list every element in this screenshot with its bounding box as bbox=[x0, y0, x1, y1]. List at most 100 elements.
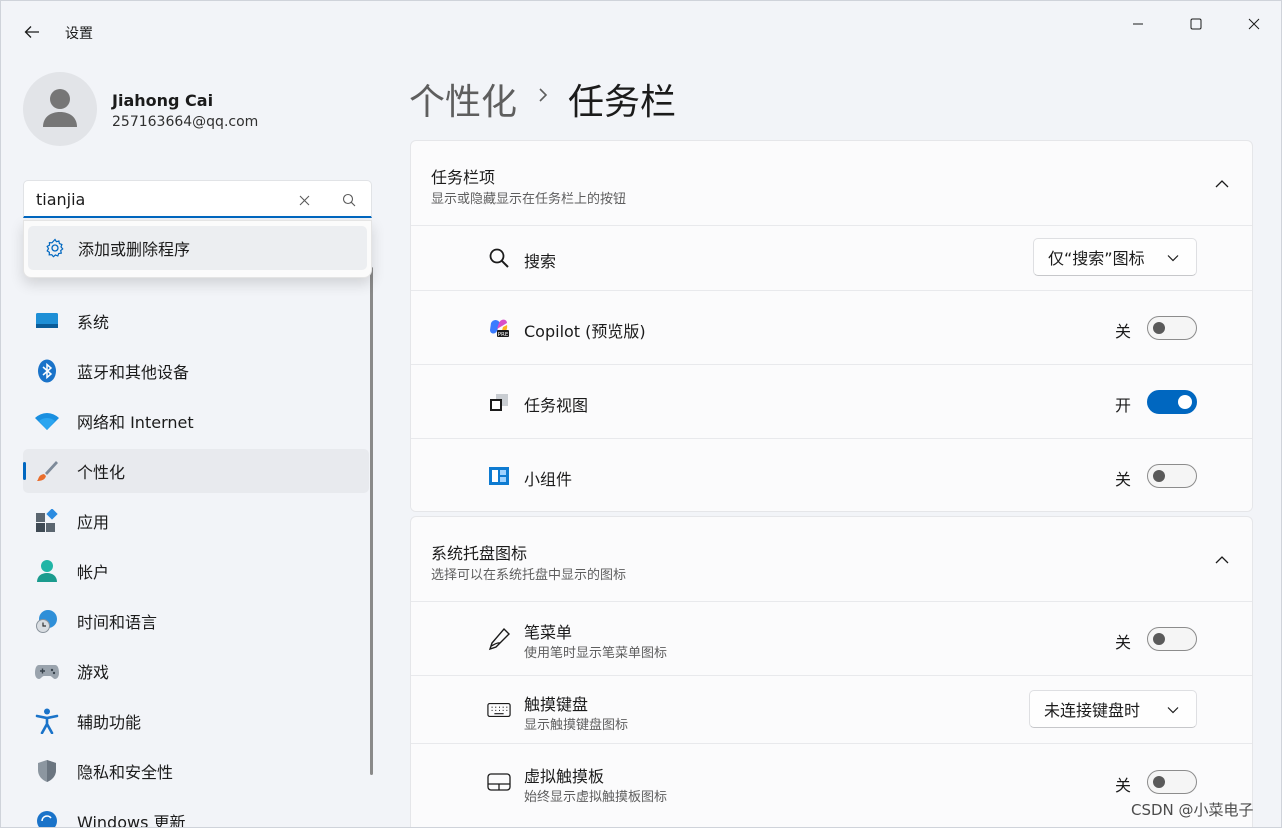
row-widgets: 小组件 关 bbox=[411, 438, 1252, 511]
sidebar-item-system[interactable]: 系统 bbox=[23, 299, 369, 343]
gear-icon bbox=[46, 238, 64, 258]
sidebar-item-network[interactable]: 网络和 Internet bbox=[23, 399, 369, 443]
row-description: 显示触摸键盘图标 bbox=[524, 718, 629, 733]
accessibility-icon bbox=[35, 708, 59, 734]
card-title: 任务栏项 bbox=[431, 168, 496, 187]
maximize-button[interactable] bbox=[1173, 9, 1219, 39]
tray-icons-card: 系统托盘图标 选择可以在系统托盘中显示的图标 笔菜单 使用笔时显示笔菜单图标 关… bbox=[410, 516, 1253, 827]
page-title: 任务栏 bbox=[568, 82, 677, 123]
toggle-state-label: 开 bbox=[1115, 396, 1132, 415]
sidebar-item-personalization[interactable]: 个性化 bbox=[23, 449, 369, 493]
sidebar-item-label: 时间和语言 bbox=[77, 613, 158, 632]
touchpad-icon bbox=[487, 773, 511, 791]
search-input[interactable] bbox=[36, 186, 286, 212]
widgets-icon bbox=[489, 467, 509, 485]
avatar[interactable] bbox=[23, 72, 97, 146]
sidebar-item-label: Windows 更新 bbox=[77, 813, 186, 828]
row-description: 始终显示虚拟触摸板图标 bbox=[524, 790, 668, 805]
row-label: Copilot (预览版) bbox=[524, 322, 646, 341]
row-label: 任务视图 bbox=[524, 396, 589, 415]
sidebar-item-label: 帐户 bbox=[77, 563, 110, 582]
search-clear-button[interactable] bbox=[294, 190, 314, 210]
search-mode-dropdown[interactable]: 仅“搜索”图标 bbox=[1033, 238, 1197, 276]
pen-icon bbox=[488, 627, 510, 651]
chevron-right-icon bbox=[539, 88, 548, 102]
row-label: 搜索 bbox=[524, 252, 557, 271]
account-icon bbox=[37, 560, 57, 582]
toggle-state-label: 关 bbox=[1115, 322, 1132, 341]
sidebar-item-time-language[interactable]: 时间和语言 bbox=[23, 599, 369, 643]
search-suggestions: 添加或删除程序 bbox=[23, 220, 372, 278]
sidebar-item-label: 蓝牙和其他设备 bbox=[77, 363, 190, 382]
chevron-up-icon bbox=[1215, 556, 1229, 564]
back-arrow-icon bbox=[24, 26, 39, 38]
pen-menu-toggle[interactable] bbox=[1147, 627, 1197, 651]
row-label: 虚拟触摸板 bbox=[524, 767, 605, 786]
sidebar-item-label: 游戏 bbox=[77, 663, 110, 682]
dropdown-value: 未连接键盘时 bbox=[1044, 701, 1141, 720]
dropdown-value: 仅“搜索”图标 bbox=[1048, 249, 1145, 268]
chevron-down-icon bbox=[1167, 707, 1179, 714]
back-button[interactable] bbox=[17, 17, 47, 47]
row-pen-menu: 笔菜单 使用笔时显示笔菜单图标 关 bbox=[411, 601, 1252, 675]
copilot-toggle[interactable] bbox=[1147, 316, 1197, 340]
touch-keyboard-dropdown[interactable]: 未连接键盘时 bbox=[1029, 690, 1197, 728]
tray-icons-header[interactable]: 系统托盘图标 选择可以在系统托盘中显示的图标 bbox=[411, 517, 1252, 601]
user-name: Jiahong Cai bbox=[112, 91, 214, 110]
taskbar-items-card: 任务栏项 显示或隐藏显示在任务栏上的按钮 搜索 仅“搜索”图标 PRE Copi… bbox=[410, 140, 1253, 512]
task-view-icon bbox=[490, 394, 508, 411]
breadcrumb-parent[interactable]: 个性化 bbox=[409, 73, 517, 125]
settings-window: 设置 Jiahong Cai 257163664@qq.com tianjia … bbox=[0, 0, 1282, 828]
title-bar: 设置 bbox=[1, 1, 1281, 47]
collapse-button[interactable] bbox=[1211, 173, 1233, 195]
row-copilot: PRE Copilot (预览版) 关 bbox=[411, 290, 1252, 364]
minimize-icon bbox=[1133, 23, 1143, 25]
brush-icon bbox=[37, 461, 58, 481]
task-view-toggle[interactable] bbox=[1147, 390, 1197, 414]
active-indicator bbox=[23, 462, 26, 480]
sidebar-scrollbar[interactable] bbox=[370, 267, 373, 775]
wifi-icon bbox=[35, 413, 59, 430]
sidebar-item-label: 应用 bbox=[77, 513, 110, 532]
close-icon bbox=[1248, 18, 1260, 30]
card-subtitle: 显示或隐藏显示在任务栏上的按钮 bbox=[431, 192, 627, 207]
row-label: 触摸键盘 bbox=[524, 695, 589, 714]
widgets-toggle[interactable] bbox=[1147, 464, 1197, 488]
search-button[interactable] bbox=[339, 190, 359, 210]
close-button[interactable] bbox=[1231, 9, 1277, 39]
toggle-state-label: 关 bbox=[1115, 776, 1132, 795]
svg-text:PRE: PRE bbox=[498, 332, 509, 338]
sidebar-item-label: 系统 bbox=[77, 313, 110, 332]
search-icon bbox=[342, 193, 356, 207]
copilot-icon: PRE bbox=[490, 319, 509, 338]
row-touch-keyboard: 触摸键盘 显示触摸键盘图标 未连接键盘时 bbox=[411, 675, 1252, 743]
card-title: 系统托盘图标 bbox=[431, 544, 528, 563]
sidebar-item-accounts[interactable]: 帐户 bbox=[23, 549, 369, 593]
sidebar-item-privacy[interactable]: 隐私和安全性 bbox=[23, 749, 369, 793]
sidebar-item-label: 个性化 bbox=[77, 463, 126, 482]
taskbar-items-header[interactable]: 任务栏项 显示或隐藏显示在任务栏上的按钮 bbox=[411, 141, 1252, 225]
minimize-button[interactable] bbox=[1115, 9, 1161, 39]
row-search: 搜索 仅“搜索”图标 bbox=[411, 225, 1252, 290]
sidebar-item-accessibility[interactable]: 辅助功能 bbox=[23, 699, 369, 743]
sidebar-item-bluetooth[interactable]: 蓝牙和其他设备 bbox=[23, 349, 369, 393]
sidebar-item-label: 网络和 Internet bbox=[77, 413, 194, 432]
sidebar-item-windows-update[interactable]: Windows 更新 bbox=[23, 799, 369, 828]
search-box bbox=[23, 180, 372, 218]
toggle-state-label: 关 bbox=[1115, 470, 1132, 489]
bluetooth-icon bbox=[38, 359, 56, 383]
row-description: 使用笔时显示笔菜单图标 bbox=[524, 646, 668, 661]
collapse-button[interactable] bbox=[1211, 549, 1233, 571]
breadcrumb-separator bbox=[533, 81, 553, 109]
virtual-touchpad-toggle[interactable] bbox=[1147, 770, 1197, 794]
sidebar-item-apps[interactable]: 应用 bbox=[23, 499, 369, 543]
sidebar-item-gaming[interactable]: 游戏 bbox=[23, 649, 369, 693]
row-label: 小组件 bbox=[524, 470, 573, 489]
suggestion-label: 添加或删除程序 bbox=[78, 240, 191, 259]
suggestion-item[interactable]: 添加或删除程序 bbox=[28, 226, 367, 270]
maximize-icon bbox=[1190, 18, 1202, 30]
system-icon bbox=[36, 313, 58, 328]
app-title: 设置 bbox=[65, 26, 93, 42]
chevron-up-icon bbox=[1215, 180, 1229, 188]
row-label: 笔菜单 bbox=[524, 623, 573, 642]
